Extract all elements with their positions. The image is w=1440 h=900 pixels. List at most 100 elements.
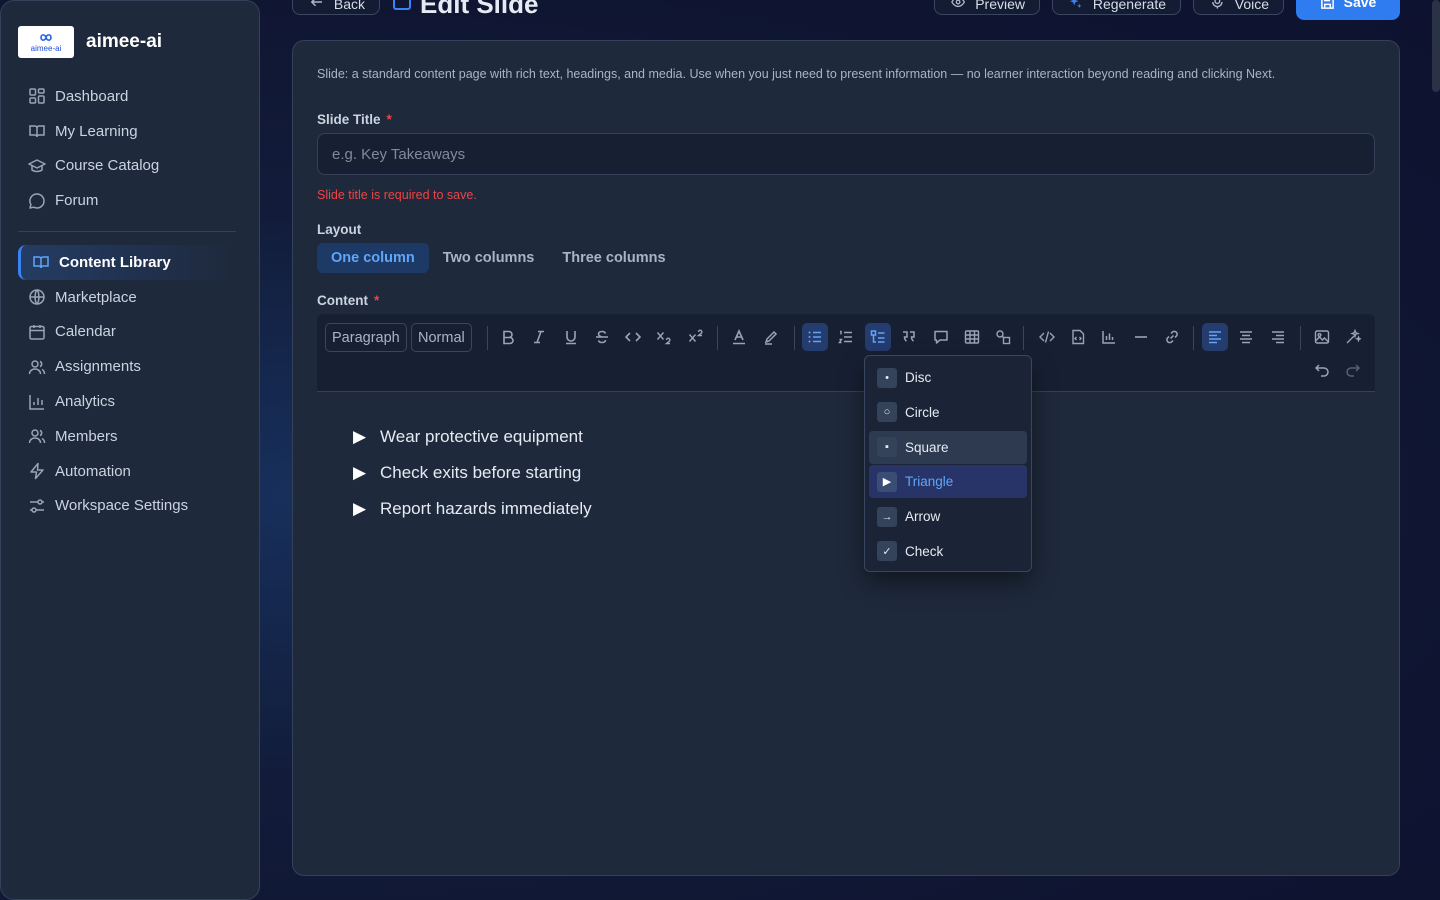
bullet-option-label: Disc (905, 370, 932, 385)
italic-button[interactable] (526, 323, 552, 351)
check-icon: ✓ (877, 541, 897, 562)
sidebar-item-automation[interactable]: Automation (18, 454, 236, 489)
sidebar-item-members[interactable]: Members (18, 419, 236, 454)
subscript-button[interactable] (651, 323, 677, 351)
toolbar-separator (794, 326, 795, 350)
slide-title-input[interactable] (317, 133, 1375, 175)
brand-logo-text: aimee-ai (30, 44, 62, 53)
sidebar-item-label: Analytics (55, 393, 116, 411)
list-item[interactable]: ▶ Check exits before starting (353, 455, 592, 491)
sidebar: aimee-ai aimee-ai Dashboard My Learning … (0, 0, 260, 900)
redo-icon (1346, 364, 1361, 377)
bullet-list-button[interactable] (802, 323, 828, 351)
back-button[interactable]: Back (292, 0, 380, 15)
link-button[interactable] (1159, 323, 1185, 351)
preview-button[interactable]: Preview (934, 0, 1040, 15)
code-block-icon (1039, 331, 1055, 343)
regenerate-button[interactable]: Regenerate (1052, 0, 1181, 15)
bullet-option-disc[interactable]: • Disc (869, 361, 1027, 394)
sidebar-item-dashboard[interactable]: Dashboard (18, 79, 236, 114)
sidebar-item-assignments[interactable]: Assignments (18, 349, 236, 384)
arrow-icon: → (877, 506, 897, 527)
callout-button[interactable] (928, 323, 954, 351)
nav-primary: Dashboard My Learning Course Catalog For… (18, 79, 236, 218)
horizontal-rule-button[interactable] (1128, 323, 1154, 351)
sidebar-item-analytics[interactable]: Analytics (18, 384, 236, 419)
bullet-option-check[interactable]: ✓ Check (869, 535, 1027, 568)
toolbar-separator (717, 326, 718, 350)
sidebar-item-workspace-settings[interactable]: Workspace Settings (18, 489, 236, 524)
list-item[interactable]: ▶ Report hazards immediately (353, 491, 592, 527)
toolbar-separator (1193, 326, 1194, 350)
list-style-button[interactable] (865, 323, 891, 351)
link-icon (1166, 330, 1178, 344)
superscript-icon (688, 329, 703, 342)
diagram-button[interactable] (990, 323, 1016, 351)
graduation-cap-icon (28, 159, 46, 173)
strikethrough-button[interactable] (589, 323, 615, 351)
brand[interactable]: aimee-ai aimee-ai (18, 26, 162, 58)
sidebar-item-label: Assignments (55, 358, 141, 376)
text-color-button[interactable] (726, 323, 752, 351)
layout-option-one-column[interactable]: One column (317, 243, 429, 273)
globe-icon (29, 289, 45, 305)
embed-file-button[interactable] (1065, 323, 1091, 351)
text-color-icon (733, 329, 745, 345)
bullet-option-square[interactable]: ▪ Square (869, 430, 1027, 464)
list-item-text: Report hazards immediately (380, 499, 592, 518)
blockquote-button[interactable] (896, 323, 922, 351)
insert-image-button[interactable] (1309, 323, 1335, 351)
layout-option-three-columns[interactable]: Three columns (548, 243, 679, 273)
bullet-option-circle[interactable]: ○ Circle (869, 396, 1027, 429)
code-block-button[interactable] (1034, 323, 1060, 351)
bullet-style-menu: • Disc ○ Circle ▪ Square ▶ Triangle → Ar… (864, 355, 1032, 572)
bullet-option-label: Circle (905, 404, 940, 420)
undo-button[interactable] (1309, 356, 1335, 384)
list-item[interactable]: ▶ Wear protective equipment (353, 419, 592, 455)
page-title-text: Edit Slide (420, 0, 539, 19)
sidebar-item-content-library[interactable]: Content Library (18, 245, 236, 280)
ordered-list-button[interactable] (833, 323, 859, 351)
editor-content[interactable]: ▶ Wear protective equipment ▶ Check exits … (353, 419, 592, 527)
highlight-button[interactable] (758, 323, 784, 351)
save-button[interactable]: Save (1296, 0, 1400, 20)
table-button[interactable] (959, 323, 985, 351)
users-icon (28, 429, 46, 444)
grid-icon (29, 88, 45, 105)
sidebar-item-label: Dashboard (55, 87, 129, 105)
font-size-select[interactable]: Normal (411, 323, 472, 352)
superscript-button[interactable] (683, 323, 709, 351)
ai-assist-button[interactable] (1340, 323, 1366, 351)
save-button-label: Save (1343, 0, 1377, 10)
layout-selector: One column Two columns Three columns (317, 243, 680, 273)
bold-button[interactable] (495, 323, 521, 351)
list-style-icon (870, 330, 885, 343)
sidebar-item-my-learning[interactable]: My Learning (18, 114, 236, 149)
regenerate-button-label: Regenerate (1092, 0, 1166, 12)
underline-button[interactable] (558, 323, 584, 351)
bullet-option-triangle[interactable]: ▶ Triangle (869, 465, 1027, 499)
bullet-option-label: Arrow (905, 509, 941, 525)
redo-button[interactable] (1340, 356, 1366, 384)
sidebar-item-marketplace[interactable]: Marketplace (18, 280, 236, 315)
back-button-label: Back (333, 0, 365, 12)
page-title: Edit Slide (393, 0, 538, 20)
voice-button[interactable]: Voice (1193, 0, 1284, 15)
list-item-text: Check exits before starting (380, 463, 582, 482)
align-left-button[interactable] (1202, 323, 1228, 351)
microphone-icon (1212, 0, 1223, 9)
layout-option-two-columns[interactable]: Two columns (429, 243, 549, 273)
chart-button[interactable] (1096, 323, 1122, 351)
block-type-select[interactable]: Paragraph (325, 323, 407, 352)
sidebar-item-forum[interactable]: Forum (18, 183, 236, 218)
chat-bubble-icon (29, 193, 45, 209)
inline-code-button[interactable] (620, 323, 646, 351)
bullet-option-arrow[interactable]: → Arrow (869, 500, 1027, 533)
page-scrollbar[interactable] (1432, 0, 1440, 92)
nav-workspace: Content Library Marketplace Calendar Ass… (18, 245, 236, 523)
align-center-button[interactable] (1233, 323, 1259, 351)
align-right-button[interactable] (1265, 323, 1291, 351)
speech-bubble-icon (934, 330, 948, 344)
sidebar-item-course-catalog[interactable]: Course Catalog (18, 149, 236, 184)
sidebar-item-calendar[interactable]: Calendar (18, 315, 236, 350)
